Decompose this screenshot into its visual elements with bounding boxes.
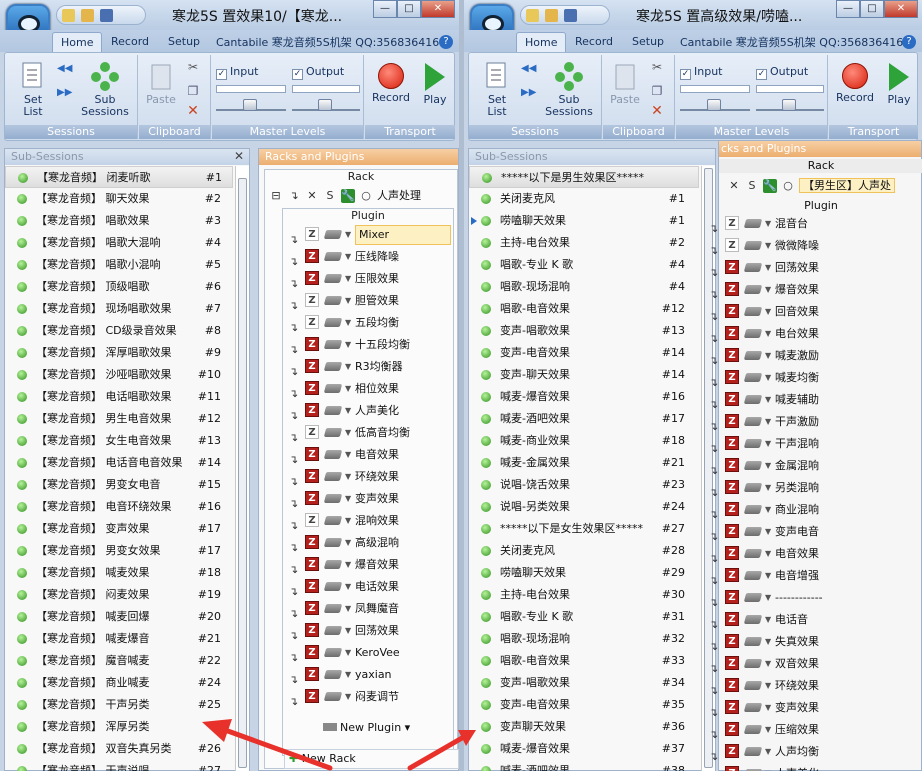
right-arrow xyxy=(407,730,476,771)
annotation-arrows xyxy=(202,719,476,771)
left-arrow xyxy=(202,719,333,771)
